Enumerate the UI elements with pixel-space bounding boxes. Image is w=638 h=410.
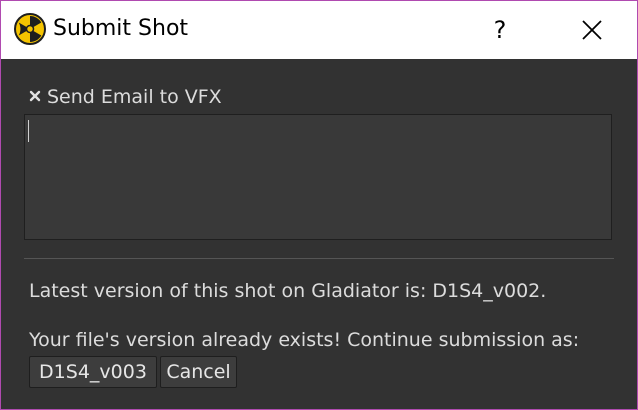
submit-shot-dialog: Submit Shot ? Send Email to VFX Latest v… xyxy=(0,0,638,410)
latest-version-text: Latest version of this shot on Gladiator… xyxy=(29,280,547,302)
submit-as-version-button[interactable]: D1S4_v003 xyxy=(29,356,157,388)
email-body-textarea[interactable] xyxy=(24,114,612,240)
title-bar: Submit Shot ? xyxy=(1,1,637,59)
dialog-body: Send Email to VFX Latest version of this… xyxy=(1,59,637,409)
help-button[interactable]: ? xyxy=(483,13,517,47)
nuke-app-icon xyxy=(14,13,46,45)
close-icon[interactable] xyxy=(569,13,615,47)
cancel-button[interactable]: Cancel xyxy=(160,356,237,388)
text-caret xyxy=(28,120,29,142)
window-title: Submit Shot xyxy=(53,16,189,41)
checkbox-checked-icon[interactable] xyxy=(29,90,41,102)
version-exists-text: Your file's version already exists! Cont… xyxy=(29,329,580,351)
divider xyxy=(24,258,614,259)
send-email-label: Send Email to VFX xyxy=(47,86,222,108)
